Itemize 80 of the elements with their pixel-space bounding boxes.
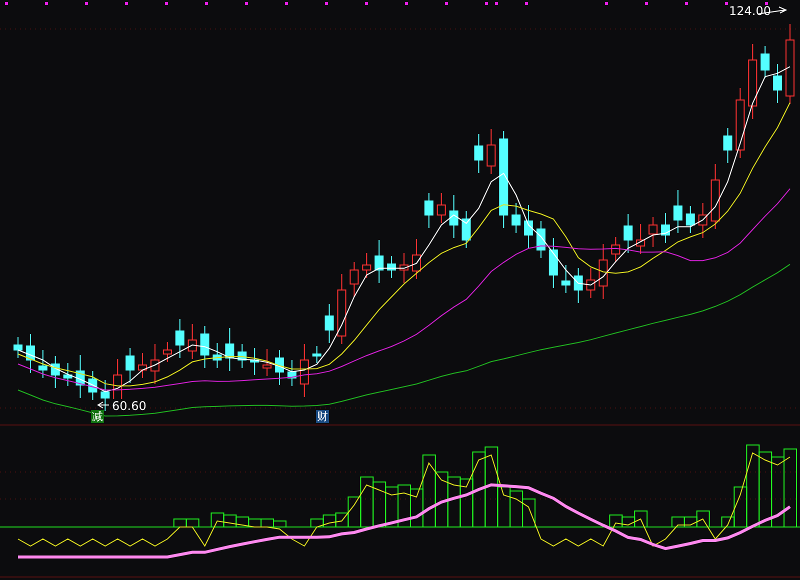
candlestick [26,334,35,374]
candlestick [586,268,596,298]
candlestick [150,344,160,384]
volume-bar [522,498,536,528]
candlestick [14,336,22,358]
volume-bar [223,514,237,528]
candlestick [598,244,608,300]
candlestick [175,318,184,358]
candlestick [412,238,421,280]
candlestick [462,210,471,248]
candlestick [548,238,558,288]
candlestick [200,326,210,368]
volume-bar [671,516,685,528]
candlestick [138,352,148,378]
candlestick [636,224,646,254]
candlestick [324,304,334,344]
candlestick [723,128,732,164]
candlestick [250,348,260,376]
candlestick [524,204,534,248]
candlestick [686,206,695,234]
candlestick [100,380,110,412]
candlestick [274,350,284,386]
candlestick [312,346,322,364]
candlestick [162,342,172,362]
candlestick [611,236,620,262]
volume-bar [248,518,262,528]
candlestick [38,350,48,378]
candlestick [773,64,782,104]
candlestick [648,216,658,248]
event-marker: 财 [316,410,329,423]
candlestick [624,214,633,254]
candlestick [337,274,346,344]
candlestick [660,212,670,244]
candlestick [710,164,720,230]
candlestick [424,192,434,228]
volume-bar [771,456,785,528]
candlestick [287,360,296,386]
event-marker: 减 [91,410,104,423]
candlestick [536,220,546,258]
volume-bar [236,516,250,528]
candlestick [486,128,496,174]
candlestick [698,202,708,238]
candlestick [212,342,222,368]
candlestick [88,370,98,400]
candlestick [262,348,272,376]
candlestick [449,194,458,238]
candlestick [374,240,384,284]
candlestick [188,324,197,360]
volume-bar [186,518,200,528]
candlestick [400,252,408,284]
candlestick [673,190,682,234]
candlestick [736,88,745,158]
volume-bar [434,472,448,528]
candlestick [574,268,583,304]
volume-bar [510,490,524,528]
volume-bar [260,518,274,528]
volume-bar [210,512,224,528]
volume-bar [372,482,386,528]
candlestick [63,362,72,386]
candlestick [512,202,521,234]
volume-bar [398,484,411,528]
candlestick [126,348,135,384]
candlestick [387,256,396,278]
volume-bar [609,514,623,528]
candlestick [76,354,85,398]
candlestick [225,328,234,372]
price-label: 60.60 [112,399,146,413]
candlestick [474,134,484,174]
candlestick [50,356,60,388]
candlestick [300,344,309,398]
candlestick [436,192,446,224]
candlestick [561,264,570,294]
candlestick [362,252,372,278]
candlestick [238,344,247,368]
volume-bar [385,486,399,528]
volume-bar [173,518,187,528]
candlestick [760,46,770,78]
volume-bar [447,476,461,528]
price-label: 124.00 [729,4,771,18]
candlestick [350,262,359,298]
